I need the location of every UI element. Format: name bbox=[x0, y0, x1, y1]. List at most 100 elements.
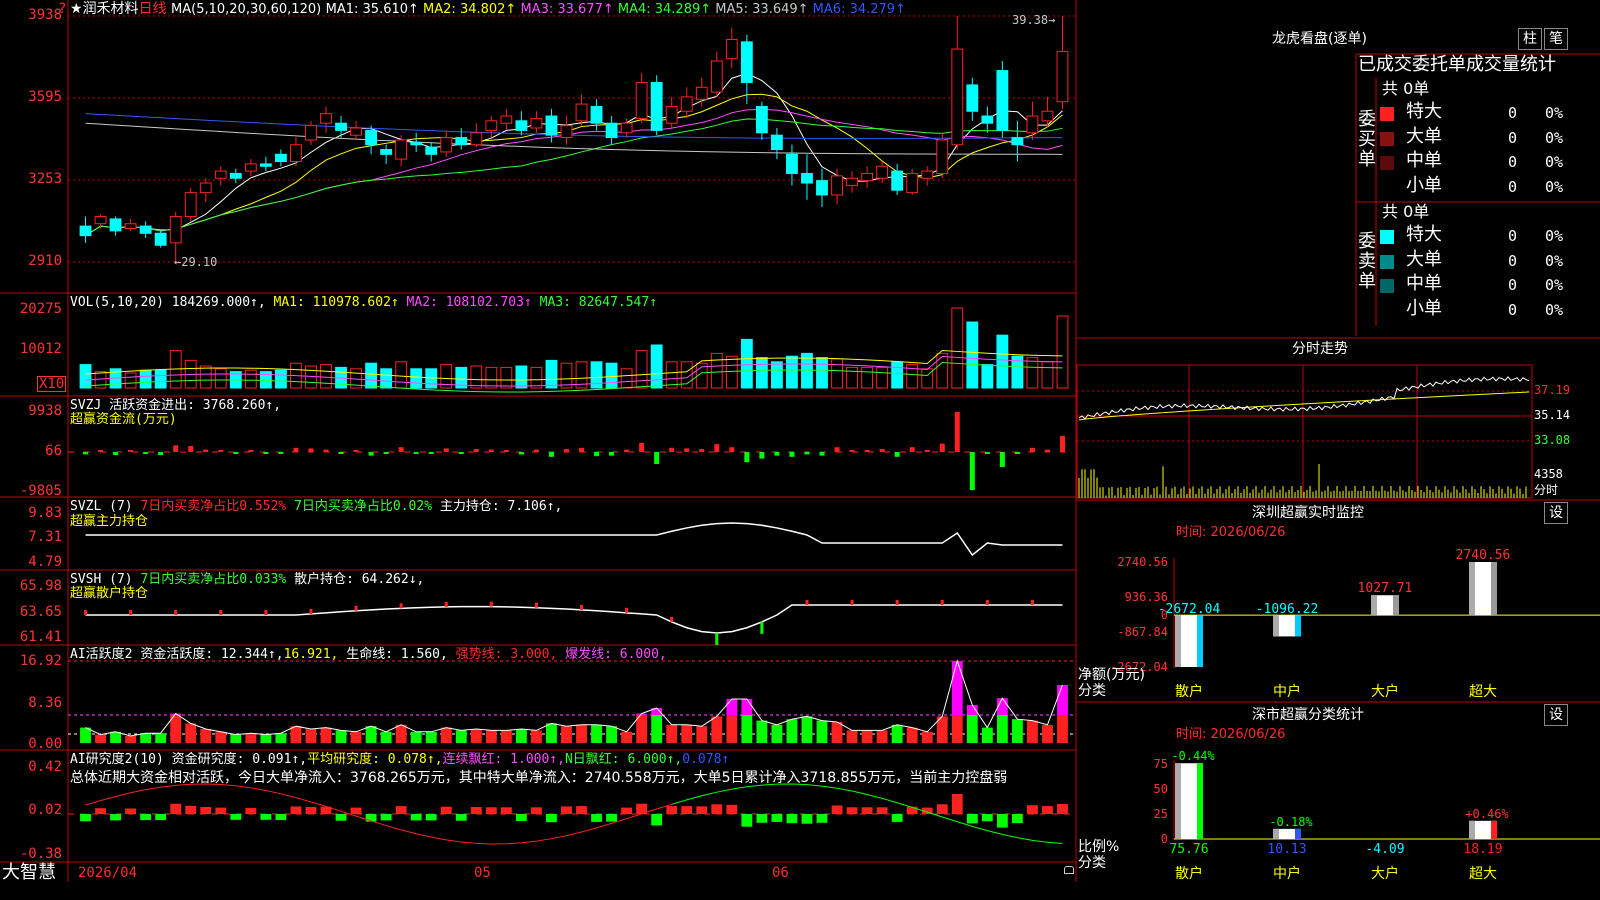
candle-body bbox=[951, 48, 964, 146]
row-qty: 0 bbox=[1508, 104, 1518, 122]
row-label: 中单 bbox=[1406, 273, 1442, 294]
ma-value-3: MA4: 34.289↑ bbox=[613, 2, 712, 17]
flow-bar bbox=[83, 452, 89, 455]
activity-bar bbox=[891, 724, 903, 743]
candle-body bbox=[1041, 110, 1054, 122]
y-tick-vol-0: 20275 bbox=[19, 301, 62, 317]
row-pct: 0% bbox=[1545, 300, 1564, 319]
row-pct: 0% bbox=[1545, 104, 1564, 122]
row-qty: 0 bbox=[1508, 300, 1518, 319]
intraday-chart[interactable] bbox=[1076, 362, 1600, 500]
volume-bar bbox=[199, 365, 212, 389]
activity-line bbox=[85, 659, 1063, 737]
volume-bar bbox=[470, 365, 483, 389]
row-color-swatch bbox=[1380, 131, 1394, 146]
activity-bar bbox=[1057, 715, 1068, 743]
sz-class-ytick: 0 bbox=[1161, 832, 1168, 846]
row-qty: 0 bbox=[1508, 227, 1518, 245]
intraday-y-1: 35.14 bbox=[1534, 408, 1571, 422]
research-bar bbox=[546, 814, 557, 823]
flow-bar bbox=[458, 452, 464, 454]
volume-bar bbox=[530, 366, 543, 389]
research-bar bbox=[606, 814, 617, 822]
retail-tick bbox=[534, 602, 538, 608]
activity-bar bbox=[1042, 724, 1053, 743]
candle-body bbox=[500, 115, 513, 124]
sz-class-ylabel: 比例% bbox=[1078, 839, 1120, 855]
brand-logo: 大智慧 bbox=[2, 862, 56, 883]
sz-class-pct-label: -0.18% bbox=[1269, 815, 1313, 829]
y-tick-main-1: 3595 bbox=[28, 89, 62, 105]
sz-class-settings-button[interactable]: 设 bbox=[1544, 704, 1568, 726]
sz-class-bar-shade bbox=[1469, 820, 1475, 839]
flow-bar bbox=[413, 452, 419, 454]
volume-bar bbox=[786, 355, 798, 389]
flow-bar bbox=[879, 449, 885, 452]
flow-bar bbox=[488, 449, 494, 452]
research-bar bbox=[395, 806, 407, 814]
sz-monitor-ytick: -867.84 bbox=[1117, 625, 1168, 639]
flow-bar bbox=[654, 452, 660, 464]
volume-bar bbox=[936, 352, 949, 389]
flow-bar bbox=[368, 452, 374, 456]
vol-unit[interactable]: X10 bbox=[37, 376, 67, 392]
research-bar bbox=[245, 807, 257, 814]
volume-bar bbox=[365, 362, 378, 389]
research-bar bbox=[275, 814, 287, 821]
candle-body bbox=[575, 103, 588, 122]
research-bar bbox=[771, 814, 783, 822]
row-qty: 0 bbox=[1508, 128, 1518, 147]
activity-burst-bar bbox=[726, 699, 738, 715]
flow-bar bbox=[819, 452, 825, 456]
research-bar bbox=[485, 807, 497, 814]
sz-monitor-ytick: 2740.56 bbox=[1117, 555, 1168, 569]
activity-bar bbox=[470, 729, 482, 743]
flow-bar bbox=[1029, 447, 1035, 452]
volume-bar bbox=[725, 355, 738, 389]
sz-monitor-ylabel: 净额(万元) bbox=[1078, 667, 1145, 683]
svsh-header: SVSH (7) 7日内买卖净占比0.033% 散户持仓: 64.262↓, bbox=[70, 572, 425, 587]
research-bar bbox=[470, 807, 482, 814]
volume-bar bbox=[996, 334, 1009, 389]
sz-monitor-time: 时间: 2026/06/26 bbox=[1176, 525, 1286, 540]
favorite-star-icon[interactable]: ★ bbox=[70, 1, 83, 17]
activity-bar bbox=[756, 720, 768, 743]
lock-icon[interactable] bbox=[1064, 866, 1074, 874]
sz-monitor-settings-button[interactable]: 设 bbox=[1544, 502, 1568, 524]
candle-body bbox=[560, 125, 573, 139]
y-tick-ai1-0: 16.92 bbox=[19, 653, 62, 669]
activity-bar bbox=[335, 730, 347, 743]
flow-bar bbox=[774, 452, 780, 456]
sz-monitor-chart: 2740.56936.360-867.84-2672.04-2672.04散户-… bbox=[1110, 548, 1600, 700]
research-bar bbox=[531, 807, 542, 814]
sz-monitor-bar-label: -1096.22 bbox=[1256, 602, 1319, 617]
candle-body bbox=[515, 120, 528, 131]
sz-monitor-category: 中户 bbox=[1273, 683, 1301, 700]
flow-bar bbox=[684, 448, 690, 452]
candle-body bbox=[786, 153, 798, 174]
sz-class-chart: 75 50 25 0 -0.44% 75.76 散户 -0.18% 10.13 中户 -4.09 大户… bbox=[1154, 749, 1600, 882]
research-bar bbox=[125, 808, 137, 814]
main-header: ★润禾材料日线 MA(5,10,20,30,60,120) MA1: 35.61… bbox=[70, 2, 906, 16]
activity-bar bbox=[230, 734, 242, 743]
tick-mode-button[interactable]: 笔 bbox=[1544, 28, 1568, 50]
dragon-tab[interactable]: 已成交委托单成交量统计 bbox=[1358, 56, 1556, 74]
period-label[interactable]: 日线 bbox=[139, 1, 167, 17]
activity-bar bbox=[981, 727, 993, 743]
retail-tick bbox=[399, 603, 403, 609]
intraday-frame bbox=[1076, 364, 1533, 499]
flow-bar bbox=[924, 450, 930, 452]
bar-mode-button[interactable]: 柱 bbox=[1518, 28, 1542, 50]
research-bar bbox=[561, 806, 572, 814]
retail-tick bbox=[264, 610, 268, 615]
research-bar bbox=[500, 807, 512, 814]
activity-bar bbox=[966, 715, 978, 743]
volume-bar bbox=[605, 362, 618, 389]
activity-bar bbox=[681, 724, 693, 743]
flow-bar bbox=[669, 447, 675, 452]
retail-tick bbox=[985, 600, 989, 605]
volume-bar bbox=[410, 368, 423, 389]
row-color-swatch bbox=[1380, 107, 1394, 121]
flow-bar bbox=[969, 452, 975, 490]
candle-body bbox=[440, 137, 453, 153]
